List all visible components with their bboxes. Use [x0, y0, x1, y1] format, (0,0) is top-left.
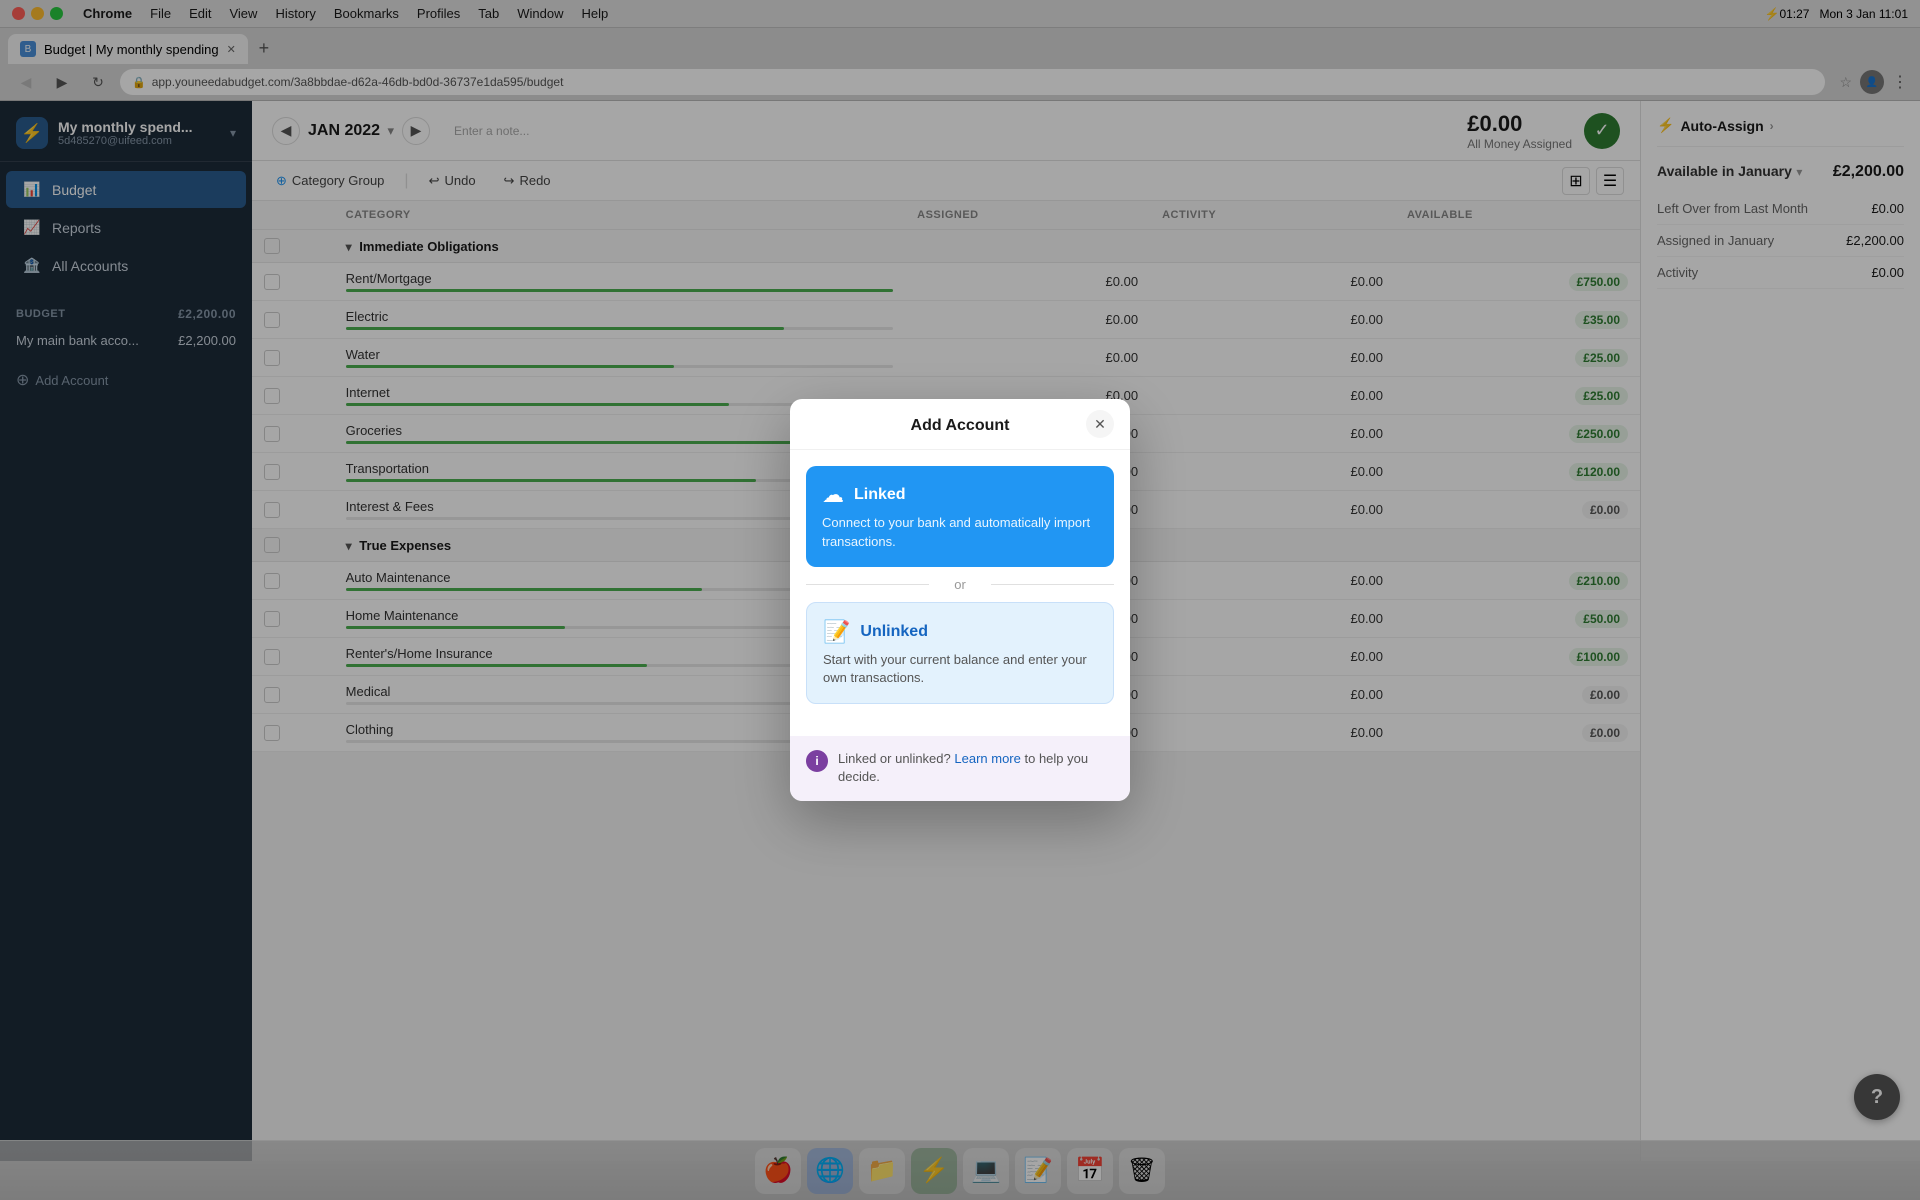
linked-option-title: Linked — [854, 486, 906, 504]
modal-title: Add Account — [911, 417, 1010, 435]
linked-option-desc: Connect to your bank and automatically i… — [822, 514, 1098, 550]
linked-account-option[interactable]: ☁ Linked Connect to your bank and automa… — [806, 466, 1114, 566]
modal-footer: i Linked or unlinked? Learn more to help… — [790, 736, 1130, 800]
unlinked-option-desc: Start with your current balance and ente… — [823, 651, 1097, 687]
footer-text-prefix: Linked or unlinked? — [838, 751, 951, 766]
unlinked-account-option[interactable]: 📝 Unlinked Start with your current balan… — [806, 602, 1114, 704]
modal-close-button[interactable]: ✕ — [1086, 410, 1114, 438]
modal-overlay[interactable]: Add Account ✕ ☁ Linked Connect to your b… — [0, 0, 1920, 1200]
unlinked-option-title: Unlinked — [860, 623, 928, 641]
unlinked-option-header: 📝 Unlinked — [823, 619, 1097, 645]
cloud-upload-icon: ☁ — [822, 482, 844, 508]
modal-footer-text: Linked or unlinked? Learn more to help y… — [838, 750, 1114, 786]
add-account-modal: Add Account ✕ ☁ Linked Connect to your b… — [790, 399, 1130, 800]
modal-header: Add Account ✕ — [790, 399, 1130, 450]
linked-option-header: ☁ Linked — [822, 482, 1098, 508]
modal-or-divider: or — [806, 577, 1114, 592]
info-icon: i — [806, 750, 828, 772]
modal-body: ☁ Linked Connect to your bank and automa… — [790, 450, 1130, 720]
edit-document-icon: 📝 — [823, 619, 850, 645]
learn-more-link[interactable]: Learn more — [954, 751, 1020, 766]
